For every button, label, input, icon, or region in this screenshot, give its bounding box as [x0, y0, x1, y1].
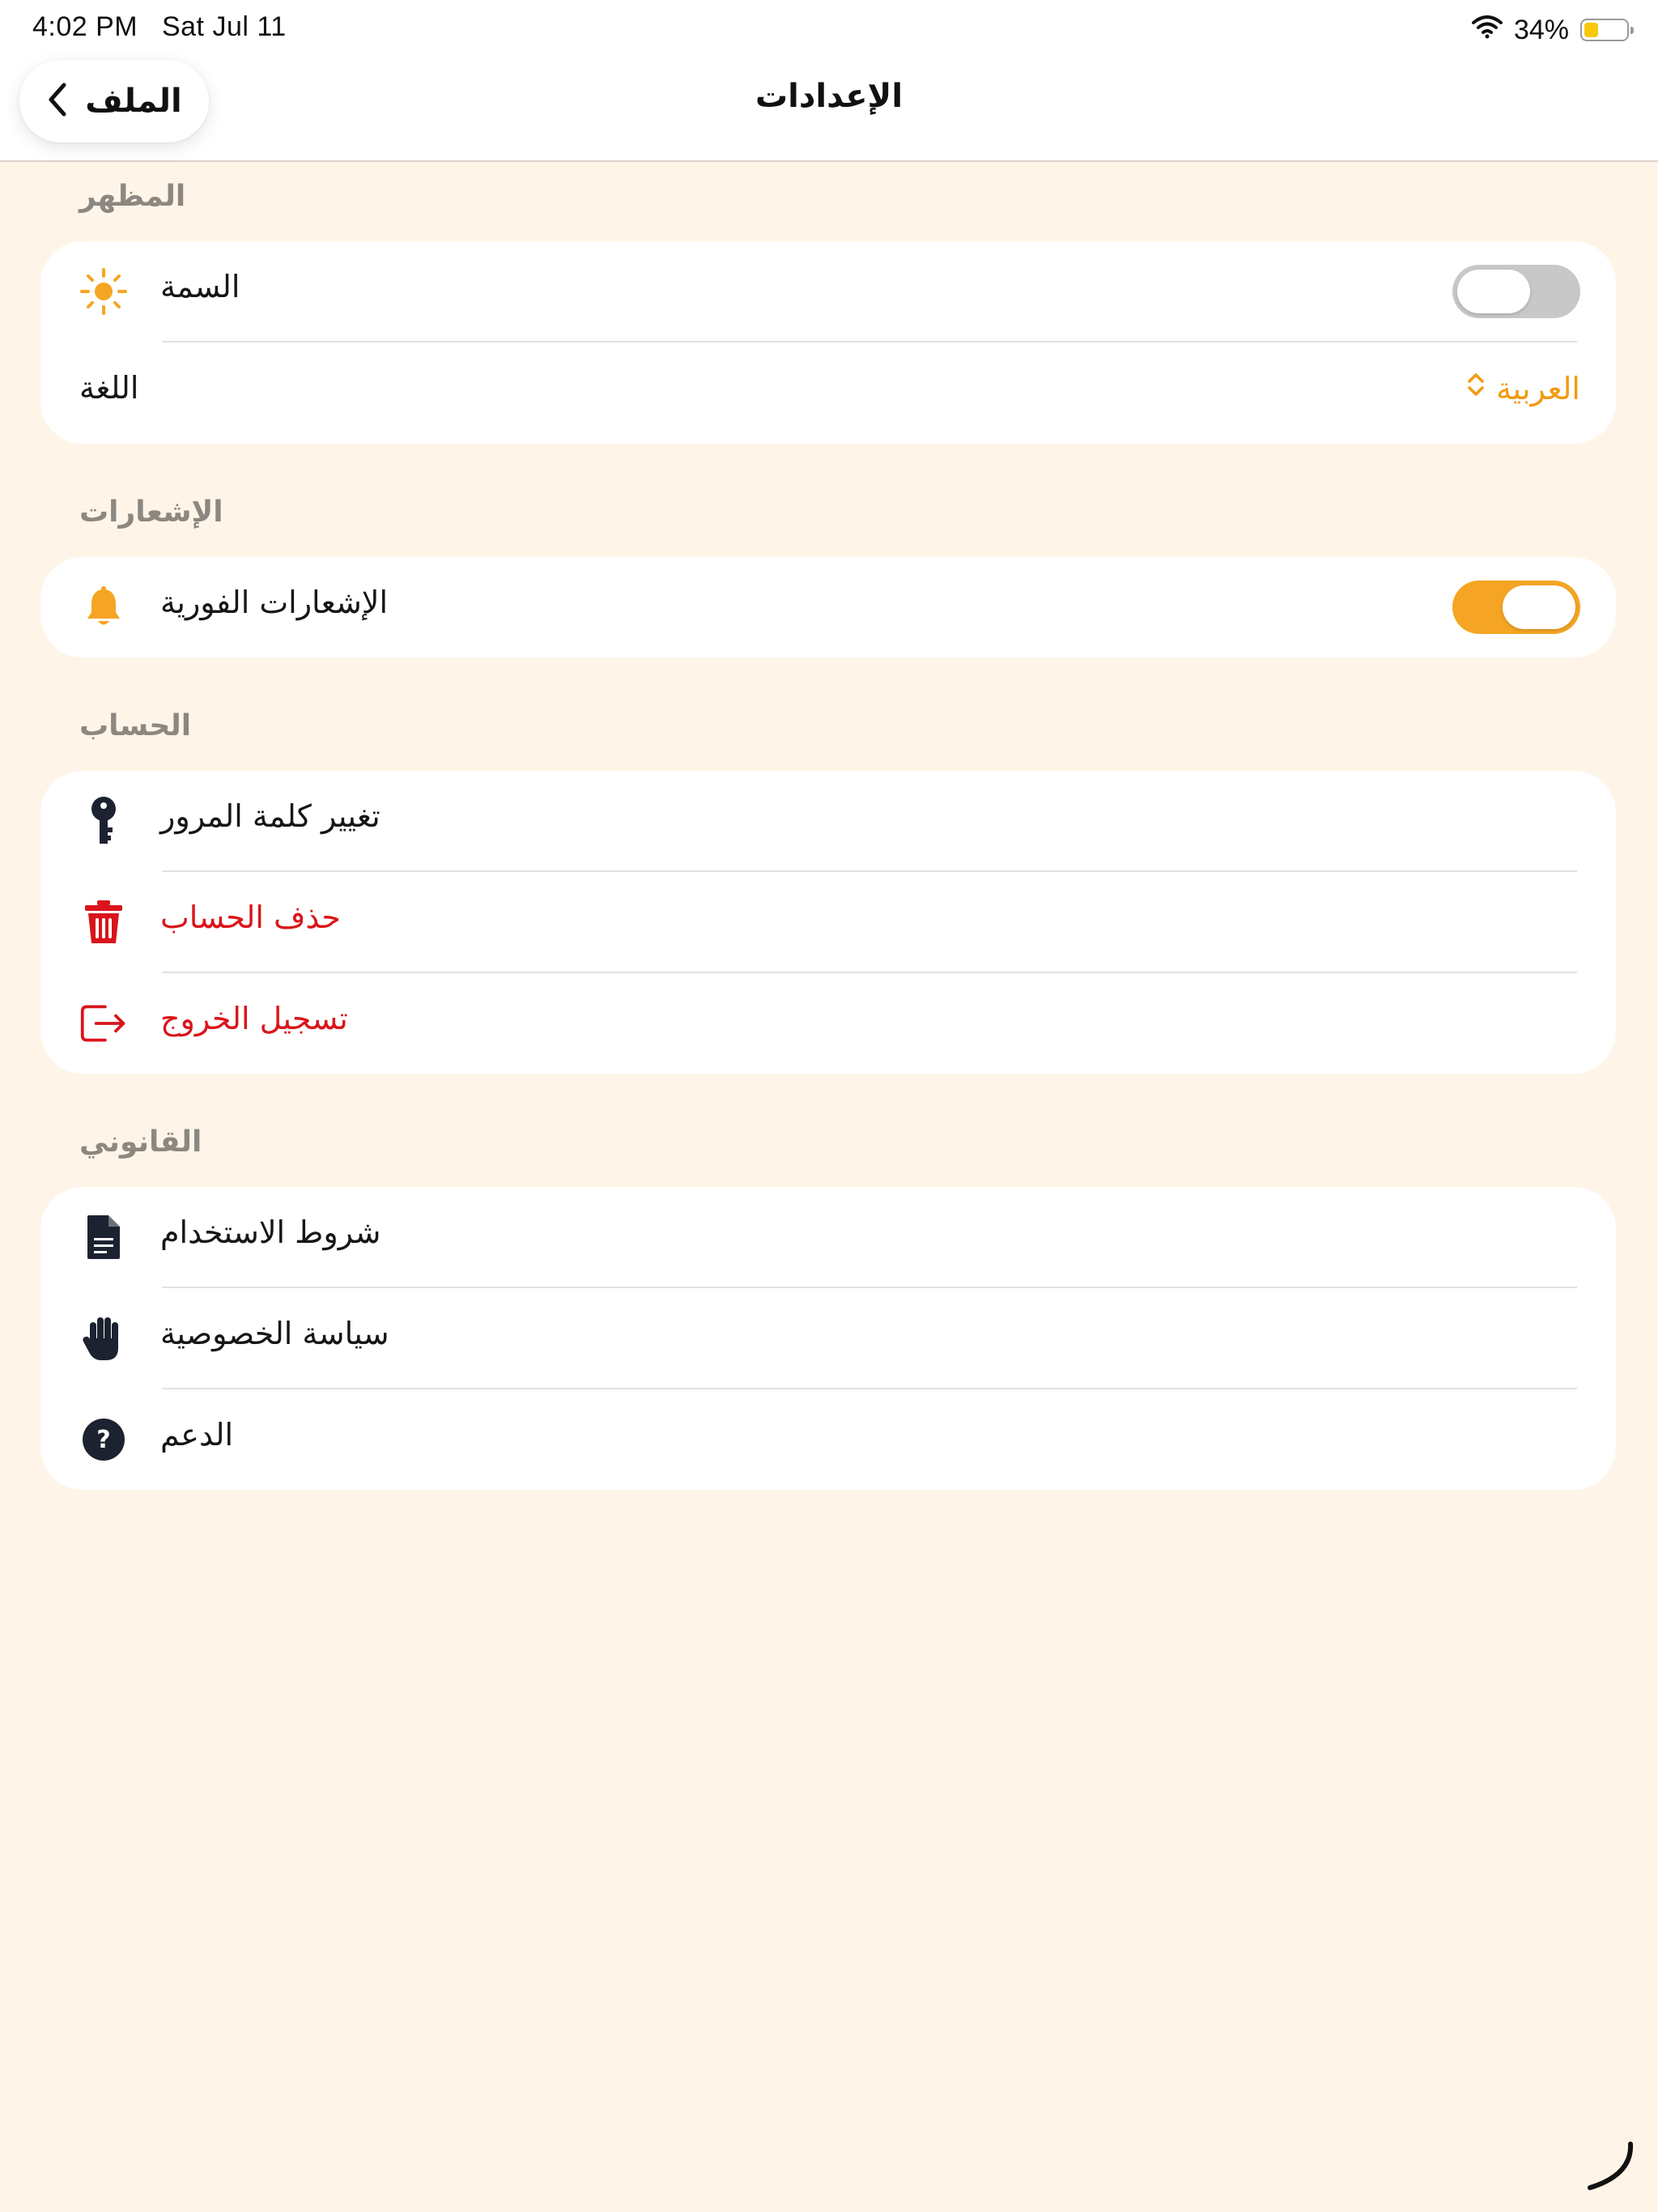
- account-card: تغيير كلمة المرور حذف الحساب تسجيل الخرو…: [40, 771, 1616, 1074]
- bell-icon: [79, 583, 128, 632]
- battery-icon: [1580, 19, 1634, 41]
- window-resize-handle[interactable]: [1584, 2138, 1640, 2194]
- battery-level: [1584, 23, 1598, 37]
- navigation-bar: 4:02 PM Sat Jul 11 34% الملف الإعدادات: [0, 0, 1658, 162]
- theme-row[interactable]: السمة: [40, 241, 1616, 342]
- support-label: الدعم: [160, 1417, 234, 1453]
- privacy-row[interactable]: سياسة الخصوصية: [40, 1288, 1616, 1389]
- terms-label: شروط الاستخدام: [160, 1214, 381, 1250]
- key-icon: [79, 797, 128, 845]
- wifi-icon: [1471, 15, 1503, 46]
- status-bar-time: 4:02 PM Sat Jul 11: [32, 11, 287, 43]
- delete-account-row[interactable]: حذف الحساب: [40, 872, 1616, 972]
- logout-label: تسجيل الخروج: [160, 1001, 348, 1036]
- hand-icon: [79, 1314, 128, 1363]
- push-notifications-label: الإشعارات الفورية: [160, 585, 389, 620]
- support-row[interactable]: ? الدعم: [40, 1389, 1616, 1490]
- page-title: الإعدادات: [755, 78, 903, 115]
- document-icon: [79, 1213, 128, 1261]
- language-row[interactable]: اللغة العربية: [40, 342, 1616, 443]
- status-date: Sat Jul 11: [161, 11, 287, 42]
- push-notifications-toggle[interactable]: [1452, 581, 1580, 634]
- notifications-card: الإشعارات الفورية: [40, 557, 1616, 657]
- chevron-up-down-icon: [1465, 370, 1486, 406]
- theme-toggle[interactable]: [1452, 265, 1580, 318]
- delete-account-label: حذف الحساب: [160, 900, 341, 935]
- theme-label: السمة: [160, 269, 240, 304]
- change-password-label: تغيير كلمة المرور: [160, 798, 380, 834]
- language-label: اللغة: [79, 370, 139, 406]
- theme-toggle-knob: [1457, 270, 1530, 313]
- legal-card: شروط الاستخدام سياسة الخصوصية ? الدعم: [40, 1187, 1616, 1490]
- section-header-appearance: المظهر: [79, 180, 186, 213]
- section-header-account: الحساب: [79, 709, 192, 742]
- battery-percent: 34%: [1513, 14, 1569, 45]
- privacy-label: سياسة الخصوصية: [160, 1316, 389, 1351]
- logout-icon: [79, 999, 128, 1048]
- svg-text:?: ?: [96, 1426, 110, 1454]
- terms-row[interactable]: شروط الاستخدام: [40, 1187, 1616, 1287]
- language-value: العربية: [1496, 370, 1580, 406]
- push-notifications-row[interactable]: الإشعارات الفورية: [40, 557, 1616, 657]
- status-bar-indicators: 34%: [1471, 11, 1634, 49]
- logout-row[interactable]: تسجيل الخروج: [40, 973, 1616, 1074]
- appearance-card: السمة اللغة العربية: [40, 241, 1616, 444]
- sun-icon: [79, 267, 128, 316]
- section-header-notifications: الإشعارات: [79, 496, 223, 529]
- status-time: 4:02 PM: [32, 11, 138, 42]
- language-picker[interactable]: العربية: [1465, 370, 1580, 406]
- push-toggle-knob: [1503, 585, 1575, 629]
- help-icon: ?: [79, 1415, 128, 1464]
- change-password-row[interactable]: تغيير كلمة المرور: [40, 771, 1616, 871]
- section-header-legal: القانوني: [79, 1125, 202, 1159]
- trash-icon: [79, 898, 128, 946]
